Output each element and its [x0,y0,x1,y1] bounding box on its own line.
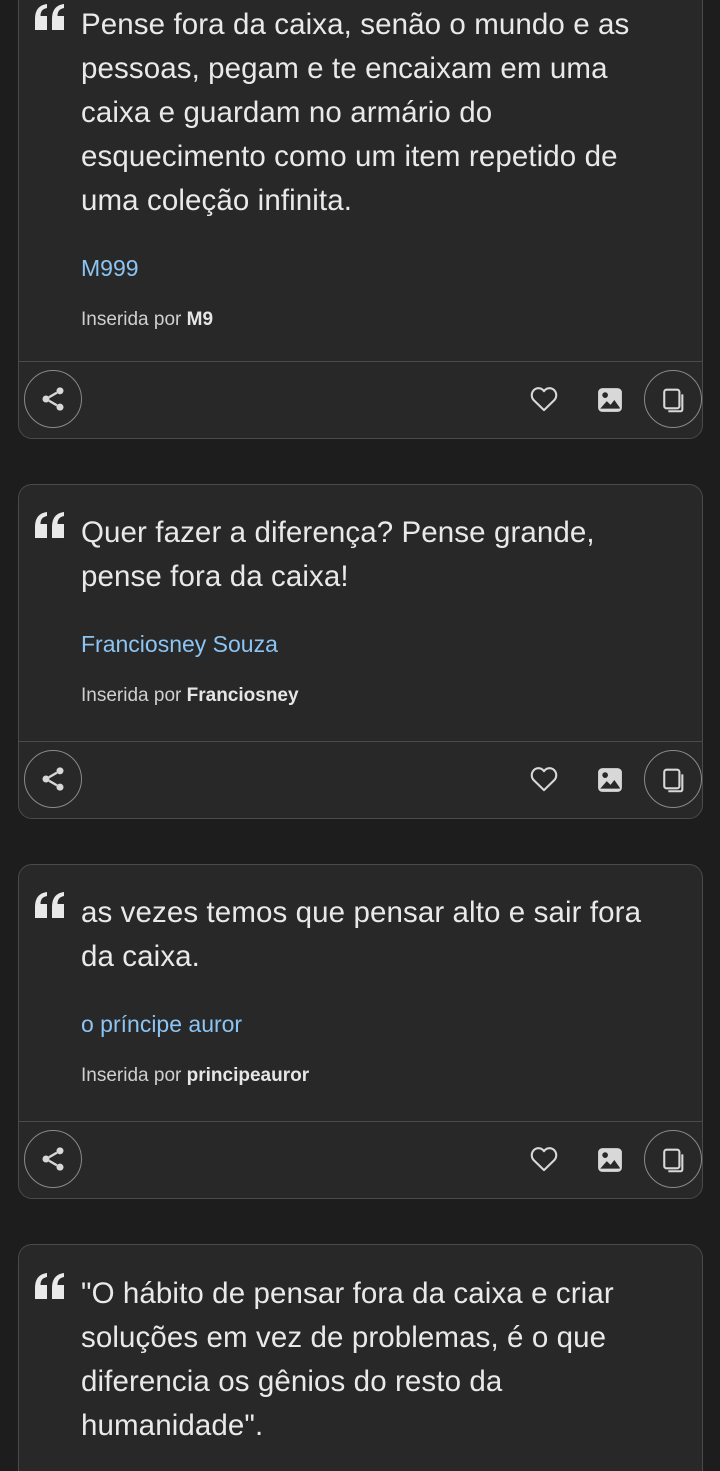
share-icon [42,387,64,411]
quote-mark-icon [35,4,64,30]
copy-icon [663,388,684,413]
favorite-button[interactable] [529,384,559,414]
quote-card: as vezes temos que pensar alto e sair fo… [18,864,703,1199]
quote-body: "O hábito de pensar fora da caixa e cria… [19,1245,702,1448]
quote-text: "O hábito de pensar fora da caixa e cria… [81,1277,614,1442]
share-button[interactable] [24,750,82,808]
quote-body: as vezes temos que pensar alto e sair fo… [19,865,702,1089]
copy-icon [663,1148,684,1173]
quote-text: Pense fora da caixa, senão o mundo e as … [81,8,630,217]
quote-card: "O hábito de pensar fora da caixa e cria… [18,1244,703,1471]
author-link[interactable]: Franciosney Souza [81,629,672,659]
create-image-button[interactable] [595,765,625,795]
heart-icon [530,1147,558,1172]
quote-mark-icon [35,1273,64,1299]
inserted-by: Inserida por principeauror [81,1063,672,1089]
heart-icon [530,767,558,792]
inserted-by-label: Inserida por [81,1065,182,1086]
favorite-button[interactable] [529,764,559,794]
image-icon [598,768,622,792]
create-image-button[interactable] [595,1145,625,1175]
copy-button[interactable] [644,1130,702,1188]
quote-text: Quer fazer a diferença? Pense grande, pe… [81,516,595,593]
share-icon [42,767,64,791]
quote-text: as vezes temos que pensar alto e sair fo… [81,896,642,973]
image-icon [598,388,622,412]
inserted-by-user[interactable]: M9 [187,309,213,330]
inserted-by-user[interactable]: principeauror [187,1065,309,1086]
inserted-by-label: Inserida por [81,685,182,706]
quote-card: Quer fazer a diferença? Pense grande, pe… [18,484,703,819]
card-actions [19,741,702,818]
share-button[interactable] [24,1130,82,1188]
copy-button[interactable] [644,370,702,428]
share-icon [42,1147,64,1171]
card-actions [19,1121,702,1198]
inserted-by-label: Inserida por [81,309,182,330]
share-button[interactable] [24,370,82,428]
quote-mark-icon [35,892,64,918]
image-icon [598,1148,622,1172]
copy-button[interactable] [644,750,702,808]
favorite-button[interactable] [529,1144,559,1174]
inserted-by: Inserida por Franciosney [81,683,672,709]
inserted-by: Inserida por M9 [81,307,672,333]
quote-mark-icon [35,512,64,538]
author-link[interactable]: o príncipe auror [81,1009,672,1039]
quote-feed: Pense fora da caixa, senão o mundo e as … [0,0,720,1471]
inserted-by-user[interactable]: Franciosney [187,685,299,706]
create-image-button[interactable] [595,385,625,415]
heart-icon [530,387,558,412]
quote-body: Quer fazer a diferença? Pense grande, pe… [19,485,702,709]
quote-card: Pense fora da caixa, senão o mundo e as … [18,0,703,439]
copy-icon [663,768,684,793]
card-actions [19,361,702,438]
author-link[interactable]: M999 [81,253,672,283]
quote-body: Pense fora da caixa, senão o mundo e as … [19,0,702,333]
